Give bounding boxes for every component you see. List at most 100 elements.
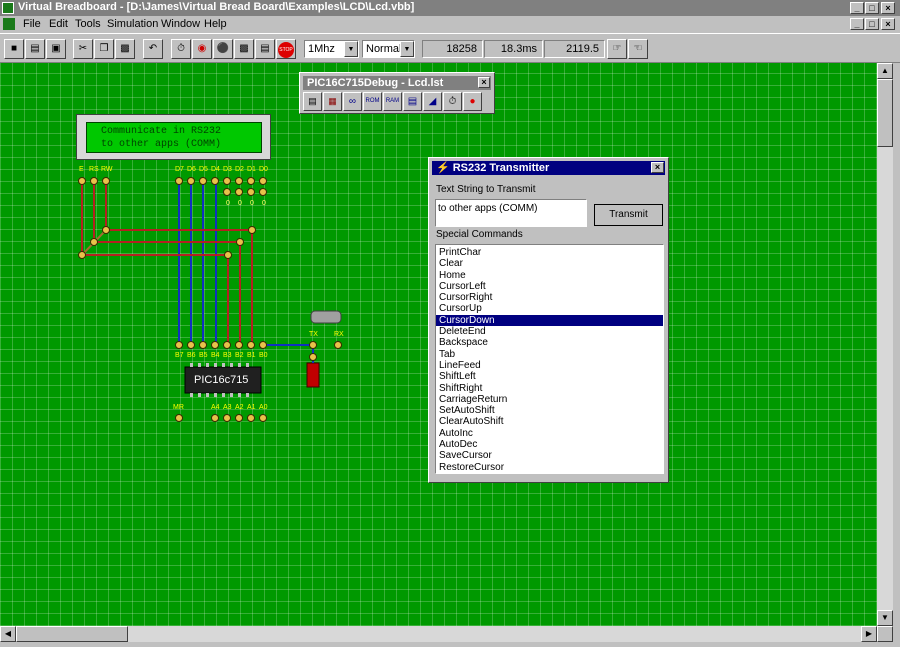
rs232-window[interactable]: ⚡ RS232 Transmitter × Text String to Tran… (428, 157, 669, 483)
pin-e[interactable] (78, 177, 86, 185)
pin-b6[interactable] (187, 341, 195, 349)
command-list-item[interactable]: CarriageReturn (436, 394, 663, 405)
command-list-item[interactable]: AutoDec (436, 439, 663, 450)
app-icon[interactable] (2, 2, 14, 14)
stop-icon[interactable]: STOP (276, 39, 296, 59)
paste-icon[interactable]: ▩ (115, 39, 135, 59)
pin-b4[interactable] (211, 341, 219, 349)
cut-icon[interactable]: ✂ (73, 39, 93, 59)
pin-rs[interactable] (90, 177, 98, 185)
scroll-right-icon[interactable]: ▶ (861, 626, 877, 642)
command-list-item[interactable]: CursorUp (436, 303, 663, 314)
menu-simulation[interactable]: Simulation (107, 18, 158, 30)
pin-d7[interactable] (175, 177, 183, 185)
chip-label[interactable]: PIC16c715 (194, 374, 248, 386)
close-icon[interactable]: × (651, 162, 664, 173)
doc-restore-button[interactable]: □ (865, 18, 879, 30)
pin-d0-lower[interactable] (259, 188, 267, 196)
command-list-item[interactable]: ShiftLeft (436, 371, 663, 382)
pin-a1[interactable] (247, 414, 255, 422)
pin-b0[interactable] (259, 341, 267, 349)
scroll-thumb[interactable] (877, 79, 893, 147)
command-list-item[interactable]: ShiftRight (436, 383, 663, 394)
maximize-button[interactable]: □ (865, 2, 879, 14)
close-icon[interactable]: × (478, 77, 490, 88)
zoom-out-icon[interactable]: ☜ (628, 39, 648, 59)
document-icon[interactable] (3, 18, 15, 30)
junction-pin[interactable] (102, 226, 110, 234)
command-list-item[interactable]: SetAutoShift (436, 405, 663, 416)
vertical-scrollbar[interactable]: ▲ ▼ (877, 63, 893, 626)
pin-tx-lower[interactable] (309, 353, 317, 361)
command-list-item[interactable]: Backspace (436, 337, 663, 348)
command-list-item[interactable]: SaveCursor (436, 450, 663, 461)
pin-d1[interactable] (247, 177, 255, 185)
pin-mr[interactable] (175, 414, 183, 422)
debug-window-title[interactable]: PIC16C715Debug - Lcd.lst × (303, 76, 491, 90)
pin-rx[interactable] (334, 341, 342, 349)
command-list-item[interactable]: CursorDown (436, 314, 663, 327)
junction-pin[interactable] (78, 251, 86, 259)
mode-select[interactable]: Normal ▼ (362, 40, 415, 58)
command-list-item[interactable]: ClearAutoShift (436, 416, 663, 427)
new-icon[interactable]: ■ (4, 39, 24, 59)
pin-rw[interactable] (102, 177, 110, 185)
run-icon[interactable]: ◉ (192, 39, 212, 59)
scroll-down-icon[interactable]: ▼ (877, 610, 893, 626)
command-list-item[interactable]: DeleteEnd (436, 326, 663, 337)
pin-b1[interactable] (247, 341, 255, 349)
pin-d2[interactable] (235, 177, 243, 185)
minimize-button[interactable]: _ (850, 2, 864, 14)
chip-icon[interactable]: ▩ (234, 39, 254, 59)
command-list-item[interactable]: PrintChar (436, 247, 663, 258)
trace-icon[interactable]: ◢ (423, 92, 442, 111)
clock-speed-select[interactable]: 1Mhz ▼ (304, 40, 359, 58)
command-list-item[interactable]: Home (436, 270, 663, 281)
ram-button[interactable]: RAM (383, 92, 402, 111)
pin-d3[interactable] (223, 177, 231, 185)
junction-pin[interactable] (248, 226, 256, 234)
rs232-window-title[interactable]: ⚡ RS232 Transmitter × (432, 161, 665, 175)
breakpoint-icon[interactable]: ● (463, 92, 482, 111)
listing-icon[interactable]: ▤ (303, 92, 322, 111)
undo-icon[interactable]: ↶ (143, 39, 163, 59)
menu-window[interactable]: Window (161, 18, 200, 30)
probe-icon[interactable]: ⚫ (213, 39, 233, 59)
scroll-up-icon[interactable]: ▲ (877, 63, 893, 79)
close-button[interactable]: × (881, 2, 895, 14)
chevron-down-icon[interactable]: ▼ (400, 41, 414, 57)
pin-d1-lower[interactable] (247, 188, 255, 196)
memory-icon[interactable]: ▤ (403, 92, 422, 111)
pin-b2[interactable] (235, 341, 243, 349)
doc-minimize-button[interactable]: _ (850, 18, 864, 30)
open-icon[interactable]: ▤ (25, 39, 45, 59)
pin-a3[interactable] (223, 414, 231, 422)
pin-d2-lower[interactable] (235, 188, 243, 196)
pin-d3-lower[interactable] (223, 188, 231, 196)
pin-tx[interactable] (309, 341, 317, 349)
transmit-button[interactable]: Transmit (594, 204, 663, 226)
junction-pin[interactable] (90, 238, 98, 246)
command-list-item[interactable]: RestoreCursor (436, 462, 663, 473)
chevron-down-icon[interactable]: ▼ (344, 41, 358, 57)
pin-b7[interactable] (175, 341, 183, 349)
pin-d4[interactable] (211, 177, 219, 185)
pin-d0[interactable] (259, 177, 267, 185)
junction-pin[interactable] (236, 238, 244, 246)
zoom-in-icon[interactable]: ☞ (607, 39, 627, 59)
command-list-item[interactable]: LineFeed (436, 360, 663, 371)
step-icon[interactable]: ⏱ (443, 92, 462, 111)
pin-b5[interactable] (199, 341, 207, 349)
scroll-thumb[interactable] (16, 626, 128, 642)
special-commands-list[interactable]: PrintChar Clear Home CursorLeft CursorRight C… (435, 244, 664, 474)
pin-d6[interactable] (187, 177, 195, 185)
rom-button[interactable]: ROM (363, 92, 382, 111)
scroll-left-icon[interactable]: ◀ (0, 626, 16, 642)
doc-close-button[interactable]: × (881, 18, 895, 30)
debug-window[interactable]: PIC16C715Debug - Lcd.lst × ▤ ▦ ∞ ROM RAM… (299, 72, 495, 114)
text-string-input[interactable]: to other apps (COMM) (435, 199, 587, 227)
command-list-item[interactable]: CursorRight (436, 292, 663, 303)
watch-icon[interactable]: ∞ (343, 92, 362, 111)
menu-edit[interactable]: Edit (49, 18, 68, 30)
registers-icon[interactable]: ▦ (323, 92, 342, 111)
